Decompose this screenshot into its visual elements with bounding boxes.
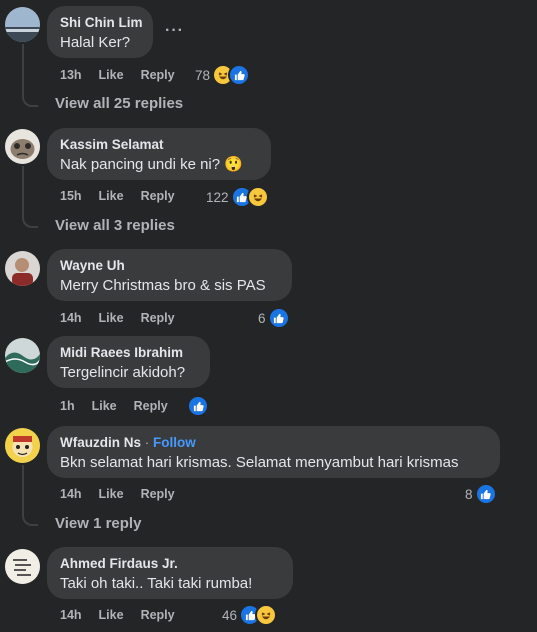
thread-line bbox=[22, 465, 24, 512]
reaction-summary[interactable]: 6 bbox=[258, 307, 290, 329]
avatar[interactable] bbox=[5, 251, 40, 286]
comment-text: Tergelincir akidoh? bbox=[60, 364, 186, 381]
thread-line bbox=[22, 166, 24, 214]
comment-actions: 13h Like Reply bbox=[60, 68, 192, 82]
reply-button[interactable]: Reply bbox=[141, 608, 175, 622]
comment-text: Halal Ker? bbox=[60, 34, 131, 51]
haha-icon bbox=[255, 604, 278, 626]
reaction-count: 46 bbox=[222, 607, 238, 623]
comment-time[interactable]: 14h bbox=[60, 487, 82, 501]
reaction-count: 8 bbox=[465, 486, 473, 502]
view-replies-link[interactable]: View 1 reply bbox=[55, 515, 141, 532]
name-separator: · bbox=[141, 435, 153, 450]
like-button[interactable]: Like bbox=[99, 608, 124, 622]
reply-button[interactable]: Reply bbox=[141, 487, 175, 501]
view-replies-link[interactable]: View all 3 replies bbox=[55, 217, 175, 234]
commenter-name[interactable]: Wayne Uh bbox=[60, 257, 279, 274]
like-button[interactable]: Like bbox=[99, 189, 124, 203]
like-icon bbox=[187, 395, 209, 417]
comment-time[interactable]: 1h bbox=[60, 399, 75, 413]
comment-bubble: Wfauzdin Ns · Follow Bkn selamat hari kr… bbox=[47, 426, 500, 478]
commenter-name-link[interactable]: Wfauzdin Ns bbox=[60, 435, 141, 450]
comment-time[interactable]: 14h bbox=[60, 608, 82, 622]
reaction-summary[interactable] bbox=[185, 395, 209, 417]
comment-actions: 15h Like Reply bbox=[60, 189, 192, 203]
like-button[interactable]: Like bbox=[99, 311, 124, 325]
commenter-name: Wfauzdin Ns · Follow bbox=[60, 434, 487, 451]
reply-button[interactable]: Reply bbox=[141, 68, 175, 82]
reaction-count: 122 bbox=[206, 189, 229, 205]
comment-bubble: Ahmed Firdaus Jr. Taki oh taki.. Taki ta… bbox=[47, 547, 293, 599]
comment-text: Merry Christmas bro & sis PAS bbox=[60, 277, 266, 294]
comment-actions: 14h Like Reply bbox=[60, 608, 192, 622]
comment-bubble: Wayne Uh Merry Christmas bro & sis PAS bbox=[47, 249, 292, 301]
commenter-name[interactable]: Kassim Selamat bbox=[60, 136, 258, 153]
follow-button[interactable]: Follow bbox=[153, 435, 196, 450]
avatar[interactable] bbox=[5, 129, 40, 164]
comment-bubble: Midi Raees Ibrahim Tergelincir akidoh? bbox=[47, 336, 210, 388]
view-replies-link[interactable]: View all 25 replies bbox=[55, 95, 183, 112]
reply-button[interactable]: Reply bbox=[141, 189, 175, 203]
thread-curve bbox=[22, 512, 38, 526]
commenter-name[interactable]: Midi Raees Ibrahim bbox=[60, 344, 197, 361]
avatar[interactable] bbox=[5, 428, 40, 463]
haha-icon bbox=[246, 186, 269, 208]
reply-button[interactable]: Reply bbox=[134, 399, 168, 413]
reaction-summary[interactable]: 8 bbox=[465, 483, 497, 505]
like-button[interactable]: Like bbox=[99, 68, 124, 82]
comment-text: Nak pancing undi ke ni? 😲 bbox=[60, 156, 243, 173]
comment-bubble: Shi Chin Lim Halal Ker? bbox=[47, 6, 153, 58]
comment-actions: 14h Like Reply bbox=[60, 311, 192, 325]
reaction-summary[interactable]: 122 bbox=[206, 186, 269, 208]
commenter-name[interactable]: Shi Chin Lim bbox=[60, 14, 143, 31]
reaction-summary[interactable]: 78 bbox=[195, 64, 251, 86]
reaction-count: 6 bbox=[258, 310, 266, 326]
thread-line bbox=[22, 44, 24, 93]
comment-time[interactable]: 14h bbox=[60, 311, 82, 325]
comment-text: Taki oh taki.. Taki taki rumba! bbox=[60, 575, 253, 592]
reply-button[interactable]: Reply bbox=[141, 311, 175, 325]
comment-text: Bkn selamat hari krismas. Selamat menyam… bbox=[60, 454, 459, 471]
reaction-summary[interactable]: 46 bbox=[222, 604, 278, 626]
comment-actions: 14h Like Reply bbox=[60, 487, 192, 501]
like-button[interactable]: Like bbox=[99, 487, 124, 501]
avatar[interactable] bbox=[5, 7, 40, 42]
comment-actions: 1h Like Reply bbox=[60, 399, 185, 413]
like-button[interactable]: Like bbox=[92, 399, 117, 413]
comment-time[interactable]: 13h bbox=[60, 68, 82, 82]
avatar[interactable] bbox=[5, 549, 40, 584]
thread-curve bbox=[22, 214, 38, 228]
avatar[interactable] bbox=[5, 338, 40, 373]
like-icon bbox=[267, 307, 290, 329]
comment-bubble: Kassim Selamat Nak pancing undi ke ni? 😲 bbox=[47, 128, 271, 180]
more-options-button[interactable]: ··· bbox=[165, 22, 184, 40]
like-icon bbox=[228, 64, 251, 86]
thread-curve bbox=[22, 93, 38, 107]
like-icon bbox=[474, 483, 497, 505]
commenter-name[interactable]: Ahmed Firdaus Jr. bbox=[60, 555, 280, 572]
comment-time[interactable]: 15h bbox=[60, 189, 82, 203]
reaction-count: 78 bbox=[195, 67, 211, 83]
